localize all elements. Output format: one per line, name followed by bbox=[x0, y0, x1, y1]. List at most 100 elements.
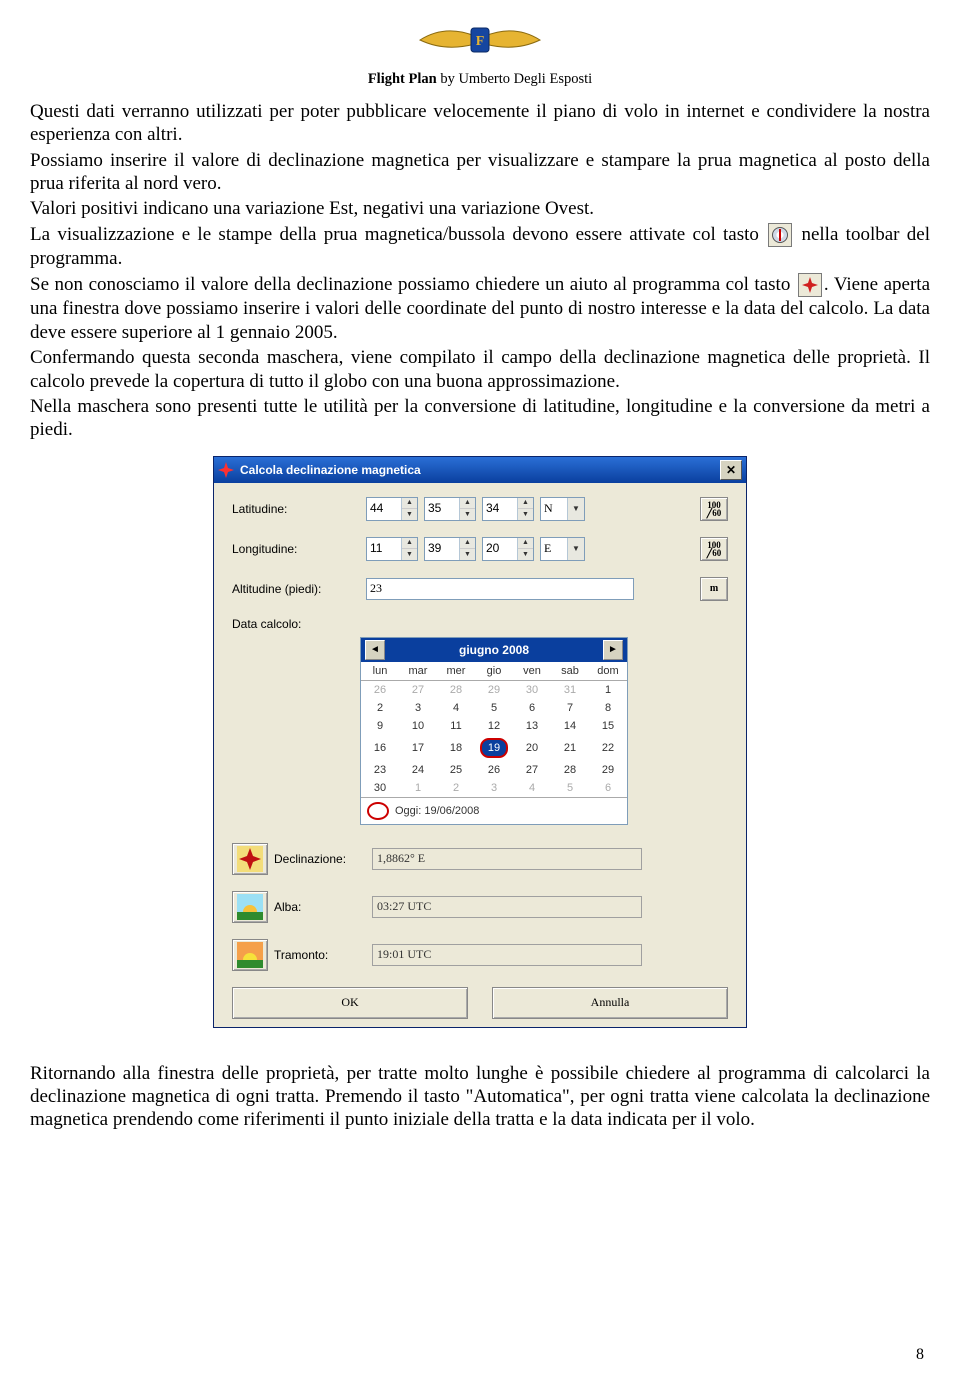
paragraph: Nella maschera sono presenti tutte le ut… bbox=[30, 395, 930, 442]
calendar-day[interactable]: 3 bbox=[475, 779, 513, 797]
declination-helper-icon[interactable] bbox=[798, 273, 822, 297]
cancel-button[interactable]: Annulla bbox=[492, 987, 728, 1019]
latitude-row: Latitudine: ▲▼ ▲▼ ▲▼ ▼ 100╱60 bbox=[232, 497, 728, 521]
calendar-dow: mar bbox=[399, 662, 437, 681]
calendar-dow: sab bbox=[551, 662, 589, 681]
lat-deg-input[interactable] bbox=[367, 498, 401, 518]
calendar-day[interactable]: 26 bbox=[361, 680, 399, 699]
calendar-day[interactable]: 9 bbox=[361, 717, 399, 735]
paragraph: La visualizzazione e le stampe della pru… bbox=[30, 223, 930, 271]
calendar-day[interactable]: 17 bbox=[399, 735, 437, 761]
meters-convert-button[interactable]: m bbox=[700, 577, 728, 601]
header-title-bold: Flight Plan bbox=[368, 71, 437, 87]
lat-deg-spinner[interactable]: ▲▼ bbox=[366, 497, 418, 521]
calendar-day[interactable]: 27 bbox=[513, 761, 551, 779]
paragraph: Ritornando alla finestra delle proprietà… bbox=[30, 1062, 930, 1132]
ok-button[interactable]: OK bbox=[232, 987, 468, 1019]
calendar-day[interactable]: 23 bbox=[361, 761, 399, 779]
dialog-title-icon bbox=[218, 462, 234, 478]
declination-icon bbox=[232, 843, 268, 875]
calendar-day[interactable]: 5 bbox=[475, 699, 513, 717]
paragraph: Possiamo inserire il valore di declinazi… bbox=[30, 149, 930, 196]
altitude-label: Altitudine (piedi): bbox=[232, 582, 360, 596]
calendar-day[interactable]: 6 bbox=[513, 699, 551, 717]
calendar-day[interactable]: 22 bbox=[589, 735, 627, 761]
calendar-day[interactable]: 4 bbox=[513, 779, 551, 797]
calendar-footer[interactable]: Oggi: 19/06/2008 bbox=[361, 797, 627, 824]
calendar-day[interactable]: 26 bbox=[475, 761, 513, 779]
lon-sec-spinner[interactable]: ▲▼ bbox=[482, 537, 534, 561]
lon-convert-fraction-button[interactable]: 100╱60 bbox=[700, 537, 728, 561]
calendar-day[interactable]: 18 bbox=[437, 735, 475, 761]
up-arrow-icon: ▲ bbox=[402, 498, 417, 510]
lat-sec-spinner[interactable]: ▲▼ bbox=[482, 497, 534, 521]
calendar-day[interactable]: 29 bbox=[589, 761, 627, 779]
sunset-label: Tramonto: bbox=[274, 948, 366, 962]
calendar-next-button[interactable]: ► bbox=[603, 640, 623, 660]
calendar-day[interactable]: 12 bbox=[475, 717, 513, 735]
sunrise-icon bbox=[232, 891, 268, 923]
calendar-day[interactable]: 30 bbox=[361, 779, 399, 797]
calendar-day[interactable]: 14 bbox=[551, 717, 589, 735]
calendar-dow: ven bbox=[513, 662, 551, 681]
calendar-dow: gio bbox=[475, 662, 513, 681]
lon-hemi-dropdown[interactable]: ▼ bbox=[540, 537, 585, 561]
calendar-day[interactable]: 11 bbox=[437, 717, 475, 735]
calendar-day[interactable]: 4 bbox=[437, 699, 475, 717]
calendar-month: giugno 2008 bbox=[459, 643, 529, 657]
calendar-dow: lun bbox=[361, 662, 399, 681]
lat-convert-fraction-button[interactable]: 100╱60 bbox=[700, 497, 728, 521]
calendar-day[interactable]: 1 bbox=[589, 680, 627, 699]
compass-toggle-icon[interactable] bbox=[768, 223, 792, 247]
calendar-day[interactable]: 19 bbox=[475, 735, 513, 761]
lat-min-spinner[interactable]: ▲▼ bbox=[424, 497, 476, 521]
altitude-input[interactable] bbox=[366, 578, 634, 600]
calendar[interactable]: ◄ giugno 2008 ► lunmarmergiovensabdom 26… bbox=[360, 637, 628, 825]
lat-min-input[interactable] bbox=[425, 498, 459, 518]
calendar-day[interactable]: 20 bbox=[513, 735, 551, 761]
lat-hemi-value[interactable] bbox=[541, 498, 567, 520]
paragraph: Se non conosciamo il valore della declin… bbox=[30, 273, 930, 344]
lon-deg-spinner[interactable]: ▲▼ bbox=[366, 537, 418, 561]
calendar-day[interactable]: 13 bbox=[513, 717, 551, 735]
calendar-day[interactable]: 29 bbox=[475, 680, 513, 699]
calendar-day[interactable]: 16 bbox=[361, 735, 399, 761]
calendar-day[interactable]: 10 bbox=[399, 717, 437, 735]
calendar-day[interactable]: 31 bbox=[551, 680, 589, 699]
lon-min-input[interactable] bbox=[425, 538, 459, 558]
lon-min-spinner[interactable]: ▲▼ bbox=[424, 537, 476, 561]
paragraph: Confermando questa seconda maschera, vie… bbox=[30, 346, 930, 393]
chevron-down-icon: ▼ bbox=[567, 538, 584, 560]
paragraph: Questi dati verranno utilizzati per pote… bbox=[30, 100, 930, 147]
calendar-day[interactable]: 2 bbox=[437, 779, 475, 797]
longitude-label: Longitudine: bbox=[232, 542, 360, 556]
calendar-day[interactable]: 8 bbox=[589, 699, 627, 717]
calendar-prev-button[interactable]: ◄ bbox=[365, 640, 385, 660]
calendar-day[interactable]: 25 bbox=[437, 761, 475, 779]
close-button[interactable]: ✕ bbox=[720, 460, 742, 480]
calendar-day[interactable]: 21 bbox=[551, 735, 589, 761]
sunrise-row: Alba: 03:27 UTC bbox=[232, 891, 728, 923]
calendar-day[interactable]: 2 bbox=[361, 699, 399, 717]
lat-sec-input[interactable] bbox=[483, 498, 517, 518]
page-header: F Flight Plan by Umberto Degli Esposti bbox=[30, 18, 930, 88]
calendar-day[interactable]: 5 bbox=[551, 779, 589, 797]
lon-deg-input[interactable] bbox=[367, 538, 401, 558]
calendar-day[interactable]: 30 bbox=[513, 680, 551, 699]
calendar-day[interactable]: 15 bbox=[589, 717, 627, 735]
declination-dialog: Calcola declinazione magnetica ✕ Latitud… bbox=[213, 456, 747, 1028]
lon-hemi-value[interactable] bbox=[541, 538, 567, 560]
calendar-day[interactable]: 3 bbox=[399, 699, 437, 717]
date-row: Data calcolo: bbox=[232, 617, 728, 631]
calendar-day[interactable]: 6 bbox=[589, 779, 627, 797]
lon-sec-input[interactable] bbox=[483, 538, 517, 558]
calendar-day[interactable]: 24 bbox=[399, 761, 437, 779]
today-label: Oggi: 19/06/2008 bbox=[395, 805, 479, 817]
calendar-day[interactable]: 28 bbox=[551, 761, 589, 779]
declination-label: Declinazione: bbox=[274, 852, 366, 866]
lat-hemi-dropdown[interactable]: ▼ bbox=[540, 497, 585, 521]
calendar-day[interactable]: 1 bbox=[399, 779, 437, 797]
calendar-day[interactable]: 27 bbox=[399, 680, 437, 699]
calendar-day[interactable]: 7 bbox=[551, 699, 589, 717]
calendar-day[interactable]: 28 bbox=[437, 680, 475, 699]
